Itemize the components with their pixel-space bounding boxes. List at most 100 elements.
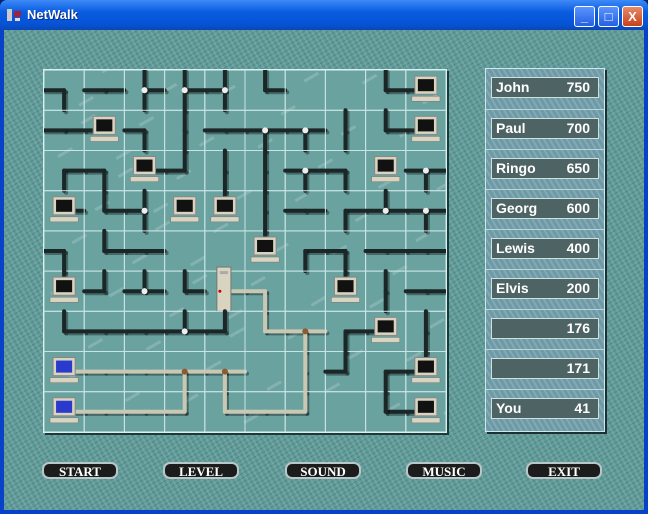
board-tile[interactable]: [162, 389, 206, 432]
board-tile[interactable]: [162, 350, 209, 396]
board-tile[interactable]: [403, 349, 446, 393]
board-tile[interactable]: [82, 269, 125, 312]
board-tile[interactable]: [284, 349, 326, 396]
board-tile[interactable]: [122, 391, 169, 432]
board-tile[interactable]: [403, 230, 447, 272]
board-tile[interactable]: [83, 188, 129, 232]
board-tile[interactable]: [283, 389, 326, 432]
board-tile[interactable]: [122, 269, 169, 312]
board-tile[interactable]: [164, 269, 209, 312]
board-tile[interactable]: [365, 149, 407, 192]
board-tile[interactable]: [122, 230, 169, 272]
game-board[interactable]: [43, 69, 447, 433]
board-tile[interactable]: [242, 270, 286, 316]
board-tile[interactable]: [403, 109, 446, 152]
board-tile[interactable]: [323, 149, 367, 195]
board-tile[interactable]: [82, 149, 125, 195]
board-tile[interactable]: [83, 228, 129, 272]
board-tile[interactable]: [403, 270, 447, 312]
board-tile[interactable]: [164, 108, 206, 155]
board-tile[interactable]: [122, 188, 166, 235]
board-tile[interactable]: [365, 108, 410, 152]
board-tile[interactable]: [44, 391, 89, 432]
board-tile[interactable]: [363, 188, 410, 232]
board-tile[interactable]: [44, 269, 85, 312]
board-tile[interactable]: [324, 190, 370, 235]
board-tile[interactable]: [323, 349, 367, 393]
board-tile[interactable]: [123, 149, 169, 192]
board-tile[interactable]: [363, 230, 410, 272]
board-tile[interactable]: [284, 70, 326, 111]
board-tile[interactable]: [202, 109, 250, 152]
board-tile[interactable]: [204, 230, 246, 272]
board-tile[interactable]: [365, 70, 410, 111]
board-tile[interactable]: [242, 391, 290, 432]
level-button[interactable]: LEVEL: [163, 462, 239, 479]
board-tile[interactable]: [403, 190, 447, 235]
board-tile[interactable]: [283, 149, 330, 195]
board-tile[interactable]: [82, 310, 129, 353]
board-tile[interactable]: [244, 309, 290, 353]
maximize-button[interactable]: □: [598, 6, 619, 27]
board-tile[interactable]: [365, 389, 410, 432]
board-tile[interactable]: [284, 230, 330, 276]
board-tile[interactable]: [244, 188, 286, 235]
board-tile[interactable]: [244, 228, 286, 272]
title-bar[interactable]: NetWalk _ □ X: [0, 0, 648, 30]
board-tile[interactable]: [82, 109, 125, 152]
board-tile[interactable]: [242, 109, 290, 155]
board-tile[interactable]: [44, 350, 89, 393]
board-tile[interactable]: [403, 391, 446, 432]
board-tile[interactable]: [164, 70, 209, 115]
board-tile[interactable]: [365, 350, 410, 396]
board-tile[interactable]: [365, 269, 407, 316]
board-tile[interactable]: [44, 149, 89, 195]
sound-button[interactable]: SOUND: [285, 462, 361, 479]
board-tile[interactable]: [82, 70, 129, 111]
start-button[interactable]: START: [42, 462, 118, 479]
board-tile[interactable]: [82, 391, 129, 432]
board-tile[interactable]: [324, 391, 367, 432]
board-tile[interactable]: [44, 190, 89, 232]
board-tile[interactable]: [283, 109, 330, 155]
board-tile[interactable]: [162, 309, 209, 353]
board-tile[interactable]: [283, 190, 330, 232]
board-tile[interactable]: [363, 310, 407, 353]
board-tile[interactable]: [202, 350, 250, 396]
board-tile[interactable]: [204, 389, 250, 432]
board-tile[interactable]: [44, 70, 85, 115]
music-button[interactable]: MUSIC: [406, 462, 482, 479]
exit-button[interactable]: EXIT: [526, 462, 602, 479]
minimize-button[interactable]: _: [574, 6, 595, 27]
board-tile[interactable]: [284, 270, 326, 312]
board-tile[interactable]: [122, 109, 166, 155]
board-tile[interactable]: [244, 350, 286, 393]
board-tile[interactable]: [283, 310, 330, 356]
board-tile[interactable]: [122, 350, 169, 393]
board-tile[interactable]: [44, 109, 89, 152]
board-tile[interactable]: [164, 190, 206, 232]
board-tile[interactable]: [324, 108, 367, 155]
board-tile[interactable]: [405, 309, 446, 356]
board-tile[interactable]: [324, 310, 370, 356]
board-tile[interactable]: [204, 188, 246, 232]
board-tile[interactable]: [324, 269, 367, 312]
board-tile[interactable]: [403, 149, 447, 195]
board-tile[interactable]: [82, 350, 129, 393]
board-tile[interactable]: [403, 70, 446, 111]
board-tile[interactable]: [244, 148, 286, 195]
board-tile[interactable]: [123, 70, 169, 115]
board-tile[interactable]: [323, 230, 367, 276]
board-tile[interactable]: [164, 230, 206, 272]
board-tile[interactable]: [122, 310, 169, 353]
board-tile[interactable]: [324, 70, 367, 111]
board-tile[interactable]: [202, 309, 246, 353]
board-tile[interactable]: [44, 230, 85, 276]
board-tile[interactable]: [44, 309, 89, 353]
board-tile[interactable]: [202, 70, 246, 115]
board-tile[interactable]: [204, 148, 246, 195]
close-button[interactable]: X: [622, 6, 643, 27]
board-tile[interactable]: [204, 266, 250, 312]
board-tile[interactable]: [162, 148, 206, 192]
board-tile[interactable]: [244, 70, 290, 111]
